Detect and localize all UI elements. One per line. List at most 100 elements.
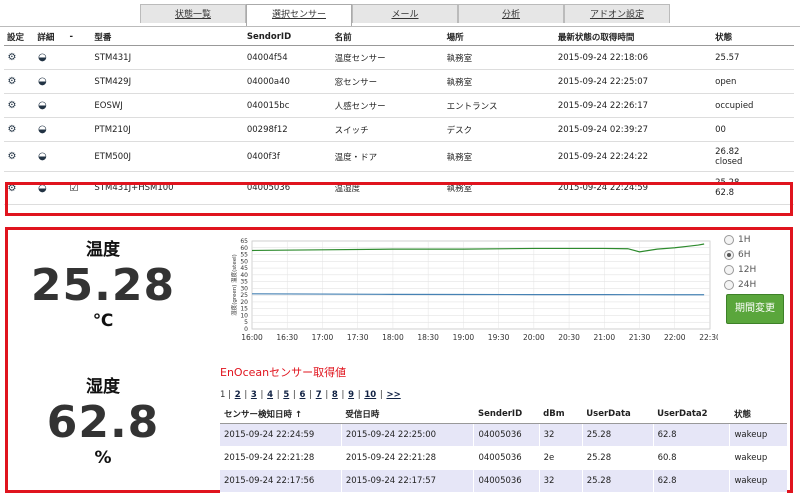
gear-icon[interactable]: ⚙ bbox=[7, 52, 17, 63]
range-option-24H[interactable]: 24H bbox=[724, 277, 756, 292]
page-link[interactable]: 6 bbox=[300, 390, 306, 400]
select-cell[interactable] bbox=[66, 141, 92, 172]
tab-1[interactable]: 状態一覧 bbox=[140, 4, 246, 23]
log-cell: 32 bbox=[538, 469, 583, 493]
sensor-time: 2015-09-24 22:18:06 bbox=[554, 45, 713, 70]
sensor-place: 執務室 bbox=[443, 141, 555, 172]
settings-cell[interactable]: ⚙ bbox=[4, 69, 35, 94]
pager: 1 | 2 | 3 | 4 | 5 | 6 | 7 | 8 | 9 | 10 |… bbox=[220, 390, 401, 400]
log-cell: 04005036 bbox=[473, 423, 540, 447]
gear-icon[interactable]: ⚙ bbox=[7, 76, 17, 87]
sensor-state: occupied bbox=[712, 93, 794, 118]
detail-cell[interactable]: ◒ bbox=[34, 45, 67, 70]
gauge-icon[interactable]: ◒ bbox=[37, 100, 47, 111]
tab-label: 状態一覧 bbox=[174, 10, 211, 20]
settings-cell[interactable]: ⚙ bbox=[4, 45, 35, 70]
log-col-header: UserData bbox=[582, 405, 654, 424]
tab-5[interactable]: アドオン設定 bbox=[564, 4, 670, 23]
x-tick-label: 16:00 bbox=[241, 333, 263, 342]
sensor-col-header: 設定 bbox=[4, 29, 35, 46]
radio-icon[interactable] bbox=[724, 264, 734, 275]
select-cell[interactable] bbox=[66, 45, 92, 70]
sensor-id: 00298f12 bbox=[243, 117, 332, 142]
radio-icon[interactable] bbox=[724, 234, 734, 245]
sensor-time: 2015-09-24 22:25:07 bbox=[554, 69, 713, 94]
tab-label: メール bbox=[391, 10, 419, 20]
range-option-1H[interactable]: 1H bbox=[724, 232, 756, 247]
page-link[interactable]: 10 bbox=[364, 390, 376, 400]
detail-cell[interactable]: ◒ bbox=[34, 141, 67, 172]
y-tick-label: 40 bbox=[240, 272, 248, 279]
sensor-row[interactable]: ⚙ ◒ STM429J 04000a40 窓センサー 執務室 2015-09-24 22:2… bbox=[4, 69, 794, 94]
gauge-icon[interactable]: ◒ bbox=[37, 52, 47, 63]
select-cell[interactable] bbox=[66, 69, 92, 94]
log-cell: 25.28 bbox=[581, 469, 654, 493]
settings-cell[interactable]: ⚙ bbox=[4, 141, 35, 172]
page-link[interactable]: 9 bbox=[348, 390, 354, 400]
sensor-row[interactable]: ⚙ ◒ ETM500J 0400f3f 温度・ドア 執務室 2015-09-24 22:24… bbox=[4, 141, 794, 172]
sensor-col-header: 型番 bbox=[91, 29, 244, 46]
settings-cell[interactable]: ⚙ bbox=[4, 117, 35, 142]
page-link[interactable]: 3 bbox=[251, 390, 257, 400]
temperature-label: 温度 bbox=[86, 240, 120, 260]
x-tick-label: 18:30 bbox=[417, 333, 439, 342]
log-cell: 32 bbox=[538, 423, 583, 447]
detail-cell[interactable]: ◒ bbox=[34, 69, 67, 94]
tab-3[interactable]: メール bbox=[352, 4, 458, 23]
y-tick-label: 55 bbox=[240, 252, 248, 259]
sensor-row[interactable]: ⚙ ◒ STM431J 04004f54 温度センサー 執務室 2015-09-24 22:… bbox=[4, 45, 794, 70]
page-link[interactable]: 4 bbox=[267, 390, 273, 400]
settings-cell[interactable]: ⚙ bbox=[4, 93, 35, 118]
page-link[interactable]: 2 bbox=[235, 390, 241, 400]
detail-cell[interactable]: ◒ bbox=[34, 93, 67, 118]
log-col-header[interactable]: センサー検知日時 ↑ bbox=[220, 405, 342, 424]
x-tick-label: 19:00 bbox=[453, 333, 475, 342]
next-page-link[interactable]: >> bbox=[386, 390, 400, 400]
x-tick-label: 17:30 bbox=[347, 333, 369, 342]
sensor-row[interactable]: ⚙ ◒ PTM210J 00298f12 スイッチ デスク 2015-09-24 02:39… bbox=[4, 117, 794, 142]
log-row: 2015-09-24 22:24:59 2015-09-24 22:25:00 04… bbox=[220, 423, 787, 447]
detail-cell[interactable]: ◒ bbox=[34, 117, 67, 142]
sensor-state: 26.82 closed bbox=[712, 141, 794, 172]
sensor-model: STM431J bbox=[91, 45, 244, 70]
change-range-button[interactable]: 期間変更 bbox=[726, 294, 784, 324]
sensor-name: 人感センサー bbox=[331, 93, 444, 118]
sensor-name: 温度センサー bbox=[331, 45, 444, 70]
log-col-header: SenderID bbox=[473, 405, 540, 424]
y-tick-label: 20 bbox=[240, 299, 248, 306]
sensor-id: 0400f3f bbox=[243, 141, 332, 172]
select-cell[interactable] bbox=[66, 117, 92, 142]
log-col-header: 状態 bbox=[729, 405, 787, 424]
gauge-icon[interactable]: ◒ bbox=[37, 76, 47, 87]
tab-2[interactable]: 選択センサー bbox=[246, 4, 352, 27]
gear-icon[interactable]: ⚙ bbox=[7, 151, 17, 162]
range-option-6H[interactable]: 6H bbox=[724, 247, 756, 262]
temperature-unit: ℃ bbox=[92, 311, 114, 331]
page-link[interactable]: 7 bbox=[316, 390, 322, 400]
sensor-col-header[interactable]: - bbox=[66, 29, 92, 46]
log-cell: 62.8 bbox=[652, 423, 730, 447]
log-cell: wakeup bbox=[729, 446, 787, 470]
y-tick-label: 60 bbox=[240, 245, 248, 252]
radio-icon[interactable] bbox=[724, 249, 734, 260]
sensor-row[interactable]: ⚙ ◒ EOSWJ 040015bc 人感センサー エントランス 2015-09-24 22… bbox=[4, 93, 794, 118]
tab-bar: 状態一覧 選択センサー メール 分析 アドオン設定 bbox=[140, 4, 670, 27]
range-option-12H[interactable]: 12H bbox=[724, 262, 756, 277]
tab-4[interactable]: 分析 bbox=[458, 4, 564, 23]
state-value: 26.82 bbox=[715, 146, 740, 157]
tab-divider bbox=[0, 26, 800, 27]
history-chart: 05101520253035404550556065 16:00 16:30 17:0… bbox=[230, 238, 718, 342]
radio-icon[interactable] bbox=[724, 279, 734, 290]
x-tick-label: 20:30 bbox=[558, 333, 580, 342]
page-link[interactable]: 5 bbox=[283, 390, 289, 400]
gauge-icon[interactable]: ◒ bbox=[37, 151, 47, 162]
x-tick-label: 19:30 bbox=[488, 333, 510, 342]
gear-icon[interactable]: ⚙ bbox=[7, 100, 17, 111]
gauge-icon[interactable]: ◒ bbox=[37, 124, 47, 135]
page-link[interactable]: 8 bbox=[332, 390, 338, 400]
gear-icon[interactable]: ⚙ bbox=[7, 124, 17, 135]
sensor-col-header: 状態 bbox=[712, 29, 794, 46]
select-cell[interactable] bbox=[66, 93, 92, 118]
sensor-name: スイッチ bbox=[331, 117, 444, 142]
sensor-place: 執務室 bbox=[443, 45, 555, 70]
